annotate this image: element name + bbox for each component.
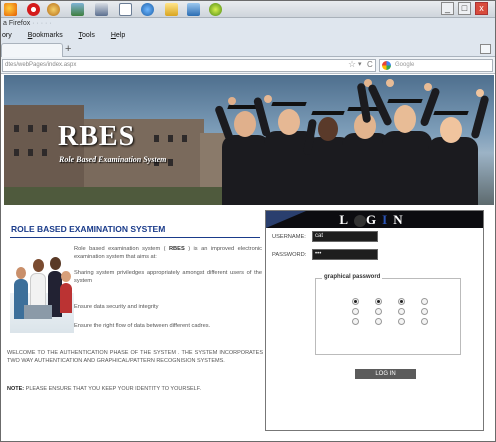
banner-title: RBES xyxy=(58,121,136,152)
aim-item: Ensure the right flow of data between di… xyxy=(74,323,211,329)
network-icon[interactable] xyxy=(95,3,108,16)
maximize-button[interactable]: □ xyxy=(458,2,471,15)
document-icon[interactable] xyxy=(119,3,132,16)
pattern-dot[interactable] xyxy=(375,308,382,315)
tab-list-button[interactable] xyxy=(480,44,491,54)
menu-history[interactable]: ory xyxy=(2,32,19,39)
globe-icon[interactable] xyxy=(141,3,154,16)
pattern-dot[interactable] xyxy=(398,308,405,315)
search-input[interactable]: Google xyxy=(379,59,493,72)
search-placeholder: Google xyxy=(395,62,415,68)
pattern-dot[interactable] xyxy=(352,298,359,305)
graduates-photo xyxy=(214,75,494,205)
login-heading: L GIN xyxy=(339,212,409,228)
welcome-text: WELCOME TO THE AUTHENTICATION PHASE OF T… xyxy=(7,350,263,364)
note-text: NOTE: PLEASE ENSURE THAT YOU KEEP YOUR I… xyxy=(7,386,201,392)
login-header: L GIN xyxy=(266,211,483,228)
firefox-icon[interactable] xyxy=(4,3,17,16)
bookmark-star-icon[interactable]: ☆ xyxy=(348,59,356,70)
login-panel: L GIN USERNAME: cat PASSWORD: ••• graphic… xyxy=(265,210,484,431)
menu-bar: ory Bookmarks Tools Help xyxy=(1,30,495,42)
tab-active[interactable] xyxy=(1,43,63,57)
login-button[interactable]: LOG IN xyxy=(355,369,416,379)
app-icon[interactable] xyxy=(47,3,60,16)
graphical-password-group: graphical password xyxy=(315,274,461,355)
title-divider xyxy=(10,237,260,238)
tab-bar: + xyxy=(1,42,495,57)
intro-paragraph: Role based examination system ( RBES ) i… xyxy=(74,246,263,260)
window-title-faded: · · · · · xyxy=(30,20,52,27)
students-image xyxy=(10,253,74,333)
menu-bookmarks[interactable]: Bookmarks xyxy=(28,32,70,39)
window-title-text: a Firefox xyxy=(3,20,31,27)
page-title: ROLE BASED EXAMINATION SYSTEM xyxy=(11,224,166,234)
google-icon xyxy=(382,61,391,70)
intro-section: ROLE BASED EXAMINATION SYSTEM Role based… xyxy=(4,207,263,437)
menu-help[interactable]: Help xyxy=(111,32,132,39)
pattern-dot[interactable] xyxy=(352,318,359,325)
username-field[interactable]: cat xyxy=(312,231,378,242)
window-title: a Firefox · · · · · xyxy=(1,18,495,30)
book-icon[interactable] xyxy=(187,3,200,16)
lawn xyxy=(4,187,234,205)
reload-icon[interactable]: C xyxy=(367,59,373,70)
media-icon[interactable] xyxy=(209,3,222,16)
pattern-dot[interactable] xyxy=(398,298,405,305)
pattern-dot[interactable] xyxy=(375,318,382,325)
graphical-password-label: graphical password xyxy=(322,274,383,280)
aim-item: Ensure data security and integrity xyxy=(74,304,159,310)
opera-icon[interactable] xyxy=(27,3,40,16)
aim-item: Sharing system priviledges appropriately… xyxy=(74,270,262,284)
pattern-dot[interactable] xyxy=(421,298,428,305)
browser-window: _ □ x a Firefox · · · · · ory Bookmarks … xyxy=(0,0,496,442)
banner-subtitle: Role Based Examination System xyxy=(59,155,167,164)
pattern-dot[interactable] xyxy=(398,318,405,325)
folder-icon[interactable] xyxy=(165,3,178,16)
password-field[interactable]: ••• xyxy=(312,249,378,260)
username-label: USERNAME: xyxy=(272,234,306,240)
new-tab-button[interactable]: + xyxy=(65,44,71,55)
address-bar[interactable]: dtes/webPages/index.aspx ☆ ▾ C xyxy=(2,59,376,72)
pattern-dot[interactable] xyxy=(421,308,428,315)
address-text: dtes/webPages/index.aspx xyxy=(5,62,77,68)
minimize-button[interactable]: _ xyxy=(441,2,454,15)
header-banner: RBES Role Based Examination System xyxy=(4,75,494,205)
password-label: PASSWORD: xyxy=(272,252,307,258)
pattern-dot[interactable] xyxy=(421,318,428,325)
taskbar: _ □ x xyxy=(1,1,495,18)
menu-tools[interactable]: Tools xyxy=(79,32,102,39)
pattern-dot[interactable] xyxy=(352,308,359,315)
close-button[interactable]: x xyxy=(475,2,488,15)
navigation-bar: dtes/webPages/index.aspx ☆ ▾ C Google xyxy=(1,57,495,74)
history-dropdown-icon[interactable]: ▾ xyxy=(358,59,362,70)
photos-icon[interactable] xyxy=(71,3,84,16)
pattern-dot[interactable] xyxy=(375,298,382,305)
